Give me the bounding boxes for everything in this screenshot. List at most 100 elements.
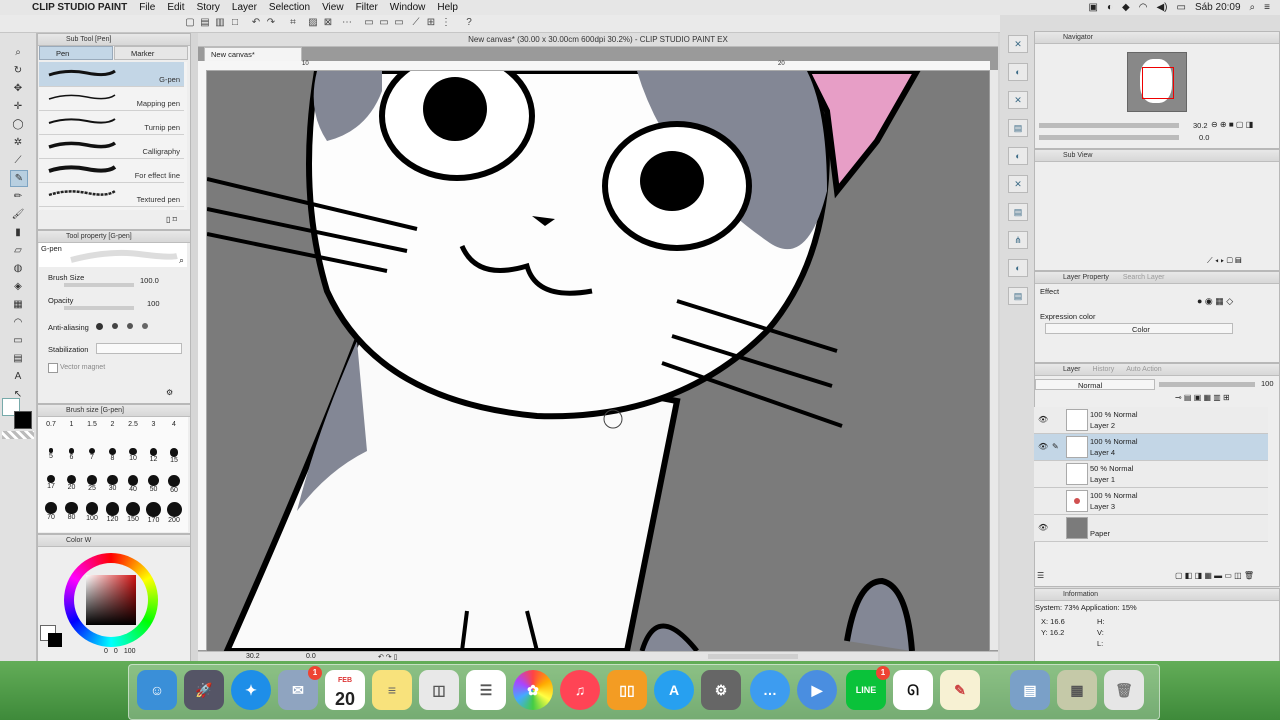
tab-marker[interactable]: Marker [114, 46, 188, 60]
brush-size-preset[interactable]: 1 [62, 421, 82, 428]
preview-icon[interactable]: ◫ [419, 670, 459, 710]
brush-size-preset[interactable]: 200 [164, 502, 184, 524]
subview-buttons[interactable]: ⟋ ◂ ▸ ▢ ▤ [1207, 256, 1242, 266]
notes-icon[interactable]: ≡ [372, 670, 412, 710]
photos-icon[interactable]: ✿ [513, 670, 553, 710]
blend-mode-select[interactable]: Normal [1035, 379, 1155, 390]
material-icon[interactable]: ▤ [1008, 119, 1028, 137]
tab-search-layer[interactable]: Search Layer [1123, 274, 1165, 281]
navigator-buttons[interactable]: ⊖ ⊕ ■ ▢ ◨ [1211, 120, 1253, 129]
redo-icon[interactable]: ↷ [265, 17, 277, 29]
canvas-icon[interactable]: □ [229, 17, 241, 29]
material-icon[interactable]: ✕ [1008, 175, 1028, 193]
brush-size-preset[interactable]: 2.5 [123, 421, 143, 428]
wifi-icon[interactable]: ◠ [1139, 2, 1148, 13]
status-icon[interactable]: ◐ [1107, 2, 1113, 13]
frame-tool-icon[interactable]: ▭ [10, 333, 26, 348]
brush-size-preset[interactable]: 4 [164, 421, 184, 428]
antialias-options[interactable] [96, 320, 178, 332]
search-icon[interactable]: ⌕ [1250, 2, 1256, 13]
effect-icons[interactable]: ● ◉ ▦ ◇ [1197, 296, 1233, 307]
brush-size-preset[interactable]: 50 [144, 475, 164, 493]
itunes-icon[interactable]: ♫ [560, 670, 600, 710]
gradient-tool-icon[interactable]: ▦ [10, 297, 26, 312]
pen-tool-icon[interactable]: ✎ [10, 170, 28, 187]
document-tab[interactable]: New canvas* [204, 47, 302, 62]
layer-row[interactable]: 👁 100 % Normal Layer 2 [1034, 407, 1268, 434]
zoom-tool-icon[interactable]: ⌕ [10, 45, 26, 60]
brush-size-preset[interactable]: 1.5 [82, 421, 102, 428]
status-icon[interactable]: ▣ [1089, 2, 1098, 13]
material-icon[interactable]: ▤ [1008, 203, 1028, 221]
brush-size-preset[interactable]: 5 [41, 448, 61, 460]
material-icon[interactable]: ⋔ [1008, 231, 1028, 249]
brush-size-preset[interactable]: 20 [62, 475, 82, 491]
clear-icon[interactable]: ▨ [307, 17, 319, 29]
navigator-zoom-slider[interactable] [1039, 123, 1179, 128]
navigator-zoom-value[interactable]: 30.2 [1193, 121, 1208, 130]
deselect-icon[interactable]: ⊠ [322, 17, 334, 29]
menu-app-name[interactable]: CLIP STUDIO PAINT [32, 2, 127, 13]
selection-icon[interactable]: ⋯ [341, 17, 353, 29]
line-icon[interactable]: LINE 1 [846, 666, 890, 710]
trash-icon[interactable]: 🗑 [1104, 670, 1144, 710]
brush-item-calligraphy[interactable]: Calligraphy [39, 134, 184, 159]
layer-lock-icons[interactable]: ⊸ ▤ ▣ ▦ ▥ ⊞ [1175, 393, 1230, 402]
airbrush-tool-icon[interactable]: ▮ [10, 225, 26, 240]
snap-ruler-icon[interactable]: ⟋ [410, 17, 422, 29]
rotate-tool-icon[interactable]: ↻ [10, 63, 26, 78]
vector-magnet-checkbox[interactable] [48, 363, 58, 373]
system-preferences-icon[interactable]: ⚙ [701, 670, 741, 710]
brush-size-preset[interactable]: 150 [123, 502, 143, 523]
brush-size-preset[interactable]: 60 [164, 475, 184, 494]
menu-help[interactable]: Help [437, 2, 458, 13]
save-icon[interactable]: ▥ [214, 17, 226, 29]
brush-size-slider[interactable] [64, 283, 134, 287]
layer-row[interactable]: 50 % Normal Layer 1 [1034, 461, 1268, 488]
layer-row[interactable]: 👁 ✎ 100 % Normal Layer 4 [1034, 434, 1268, 461]
material-icon[interactable]: ▤ [1008, 287, 1028, 305]
snap-grid-icon[interactable]: ⊞ [425, 17, 437, 29]
material-icon[interactable]: ◐ [1008, 147, 1028, 165]
calendar-icon[interactable]: FEB 20 [325, 670, 365, 710]
brush-size-preset[interactable]: 0.7 [41, 421, 61, 428]
undo-icon[interactable]: ↶ [250, 17, 262, 29]
opacity-slider[interactable] [64, 306, 134, 310]
ibooks-icon[interactable]: ▯▯ [607, 670, 647, 710]
zoom-preview-icon[interactable]: ⌕ [179, 255, 184, 266]
downloads-icon[interactable]: ▦ [1057, 670, 1097, 710]
snap-special-icon[interactable]: ⋮ [440, 17, 452, 29]
brush-size-preset[interactable]: 30 [103, 475, 123, 492]
paste-icon[interactable]: ▭ [393, 17, 405, 29]
vertical-scrollbar[interactable] [990, 70, 998, 650]
menu-story[interactable]: Story [197, 2, 220, 13]
material-icon[interactable]: ✕ [1008, 91, 1028, 109]
expression-color-select[interactable]: Color [1045, 323, 1233, 334]
selection-tool-icon[interactable]: ◯ [10, 117, 26, 132]
brush-size-preset[interactable]: 170 [144, 502, 164, 524]
drawing-canvas[interactable] [207, 71, 989, 651]
tab-history[interactable]: History [1092, 366, 1114, 373]
horizontal-scrollbar[interactable] [708, 654, 798, 659]
brush-size-preset[interactable]: 25 [82, 475, 102, 492]
brush-size-preset[interactable]: 12 [144, 448, 164, 463]
text-tool-icon[interactable]: A [10, 369, 26, 384]
brush-size-value[interactable]: 100.0 [140, 276, 159, 285]
ruler-tool-icon[interactable]: ▤ [10, 351, 26, 366]
subtool-menu-icon[interactable]: ▯ ⌑ [166, 215, 177, 224]
open-icon[interactable]: ▤ [199, 17, 211, 29]
tab-pen[interactable]: Pen [39, 46, 113, 60]
menu-layer[interactable]: Layer [232, 2, 257, 13]
tab-layer-property[interactable]: Layer Property [1063, 274, 1109, 281]
volume-icon[interactable]: ◀) [1156, 2, 1167, 13]
quicktime-icon[interactable]: ▶ [797, 670, 837, 710]
layer-bottom-icons[interactable]: ▢ ◧ ◨ ▦ ▬ ▭ ◫ 🗑 [1175, 571, 1254, 580]
brush-size-preset[interactable]: 2 [103, 421, 123, 428]
brush-size-preset[interactable]: 80 [62, 502, 82, 521]
cut-icon[interactable]: ▭ [363, 17, 375, 29]
launchpad-icon[interactable]: 🚀 [184, 670, 224, 710]
brush-tool-icon[interactable]: 🖌 [10, 207, 26, 222]
transparent-color-swatch[interactable] [2, 431, 34, 439]
sub-color-swatch[interactable] [48, 633, 62, 647]
list-icon[interactable]: ≡ [1264, 2, 1270, 13]
